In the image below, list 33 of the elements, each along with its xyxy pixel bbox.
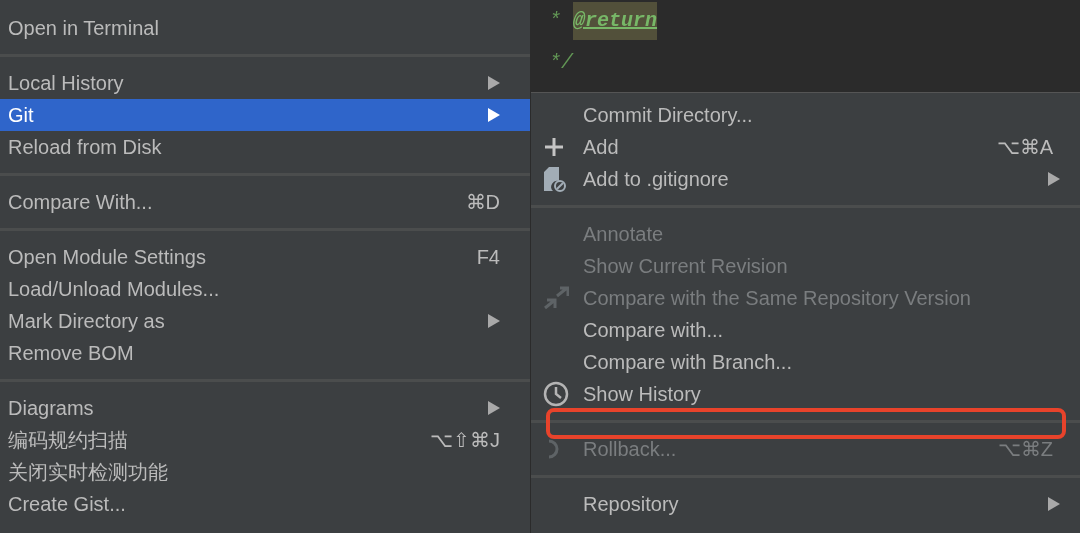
menu-item[interactable]: Show History [531, 378, 1080, 410]
menu-item[interactable]: Load/Unload Modules... [0, 273, 530, 305]
menu-item[interactable]: 编码规约扫描 ⌥⇧⌘J [0, 424, 530, 456]
javadoc-tag: @return [573, 2, 658, 40]
menu-item[interactable]: Commit Directory... [531, 99, 1080, 131]
menu-item[interactable]: 关闭实时检测功能 [0, 456, 530, 488]
code-comment: */ [549, 50, 573, 76]
menu-item[interactable]: Reload from Disk [0, 131, 530, 163]
menu-item[interactable]: Add to .gitignore [531, 163, 1080, 195]
submenu-arrow-icon [488, 401, 500, 415]
menu-item[interactable]: Mark Directory as [0, 305, 530, 337]
menu-item[interactable]: Create Gist... [0, 488, 530, 520]
menu-item[interactable]: Git [0, 99, 530, 131]
file-blocked-icon [543, 166, 567, 192]
arrows-icon [543, 286, 569, 310]
submenu-arrow-icon [488, 314, 500, 328]
submenu-arrow-icon [488, 76, 500, 90]
menu-item[interactable]: Remove BOM [0, 337, 530, 369]
menu-item[interactable]: Open Module Settings F4 [0, 241, 530, 273]
menu-item[interactable]: Compare with Branch... [531, 346, 1080, 378]
submenu-arrow-icon [1048, 497, 1060, 511]
menu-item[interactable]: Compare With... ⌘D [0, 186, 530, 218]
plus-icon [543, 136, 565, 158]
menu-item[interactable]: Open in Terminal [0, 12, 530, 44]
menu-item[interactable]: Diagrams [0, 392, 530, 424]
menu-item[interactable]: Add ⌥⌘A [531, 131, 1080, 163]
clock-icon [543, 381, 569, 407]
code-comment: * [549, 8, 561, 34]
submenu-arrow-icon [488, 108, 500, 122]
menu-item[interactable]: Compare with... [531, 314, 1080, 346]
submenu-arrow-icon [1048, 172, 1060, 186]
menu-item[interactable]: Repository [531, 488, 1080, 520]
menu-item[interactable]: Local History [0, 67, 530, 99]
